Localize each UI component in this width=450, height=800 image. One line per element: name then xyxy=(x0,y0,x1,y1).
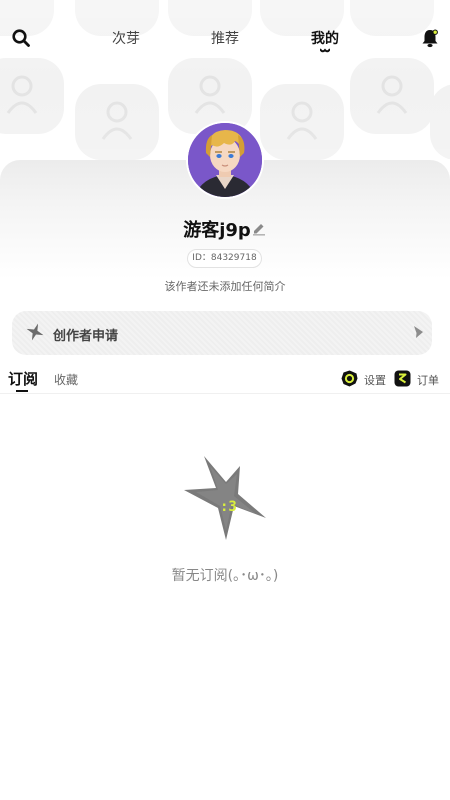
order-icon xyxy=(394,370,411,387)
bell-icon[interactable] xyxy=(420,28,440,48)
active-tab-indicator xyxy=(320,48,330,53)
avatar[interactable] xyxy=(186,121,264,199)
avatar-portrait xyxy=(188,123,262,197)
profile-screen: 次芽 推荐 我的 游客j9p ID：84329718 该作者还未添加任何简介 创… xyxy=(0,0,450,800)
settings-label: 设置 xyxy=(364,374,386,387)
tab-cixiya[interactable]: 次芽 xyxy=(112,28,140,48)
search-icon[interactable] xyxy=(11,28,31,48)
tab-recommend[interactable]: 推荐 xyxy=(211,28,239,48)
creator-apply-label: 创作者申请 xyxy=(53,329,119,344)
content-tabs: 订阅 收藏 设置 订单 xyxy=(0,366,450,394)
username: 游客j9p xyxy=(183,220,251,241)
chevron-right-icon xyxy=(414,326,423,338)
tab-subscriptions[interactable]: 订阅 xyxy=(8,368,38,389)
empty-face-text: :3 xyxy=(220,499,237,515)
creator-apply-button[interactable]: 创作者申请 xyxy=(12,311,432,355)
empty-state-message: 暂无订阅(｡･ω･｡) xyxy=(171,568,279,584)
subtab-active-indicator xyxy=(16,390,28,392)
empty-state-star-icon: :3 xyxy=(184,456,266,540)
orders-label: 订单 xyxy=(417,374,439,387)
top-nav: 次芽 推荐 我的 xyxy=(0,22,450,58)
tab-favorites[interactable]: 收藏 xyxy=(54,371,78,388)
sparkle-icon xyxy=(26,323,44,341)
edit-icon[interactable] xyxy=(251,220,267,236)
gear-icon xyxy=(341,370,358,387)
bio-text: 该作者还未添加任何简介 xyxy=(164,280,286,293)
uid-badge: ID：84329718 xyxy=(187,249,262,268)
tab-mine[interactable]: 我的 xyxy=(311,28,339,48)
username-row: 游客j9p xyxy=(0,216,450,242)
